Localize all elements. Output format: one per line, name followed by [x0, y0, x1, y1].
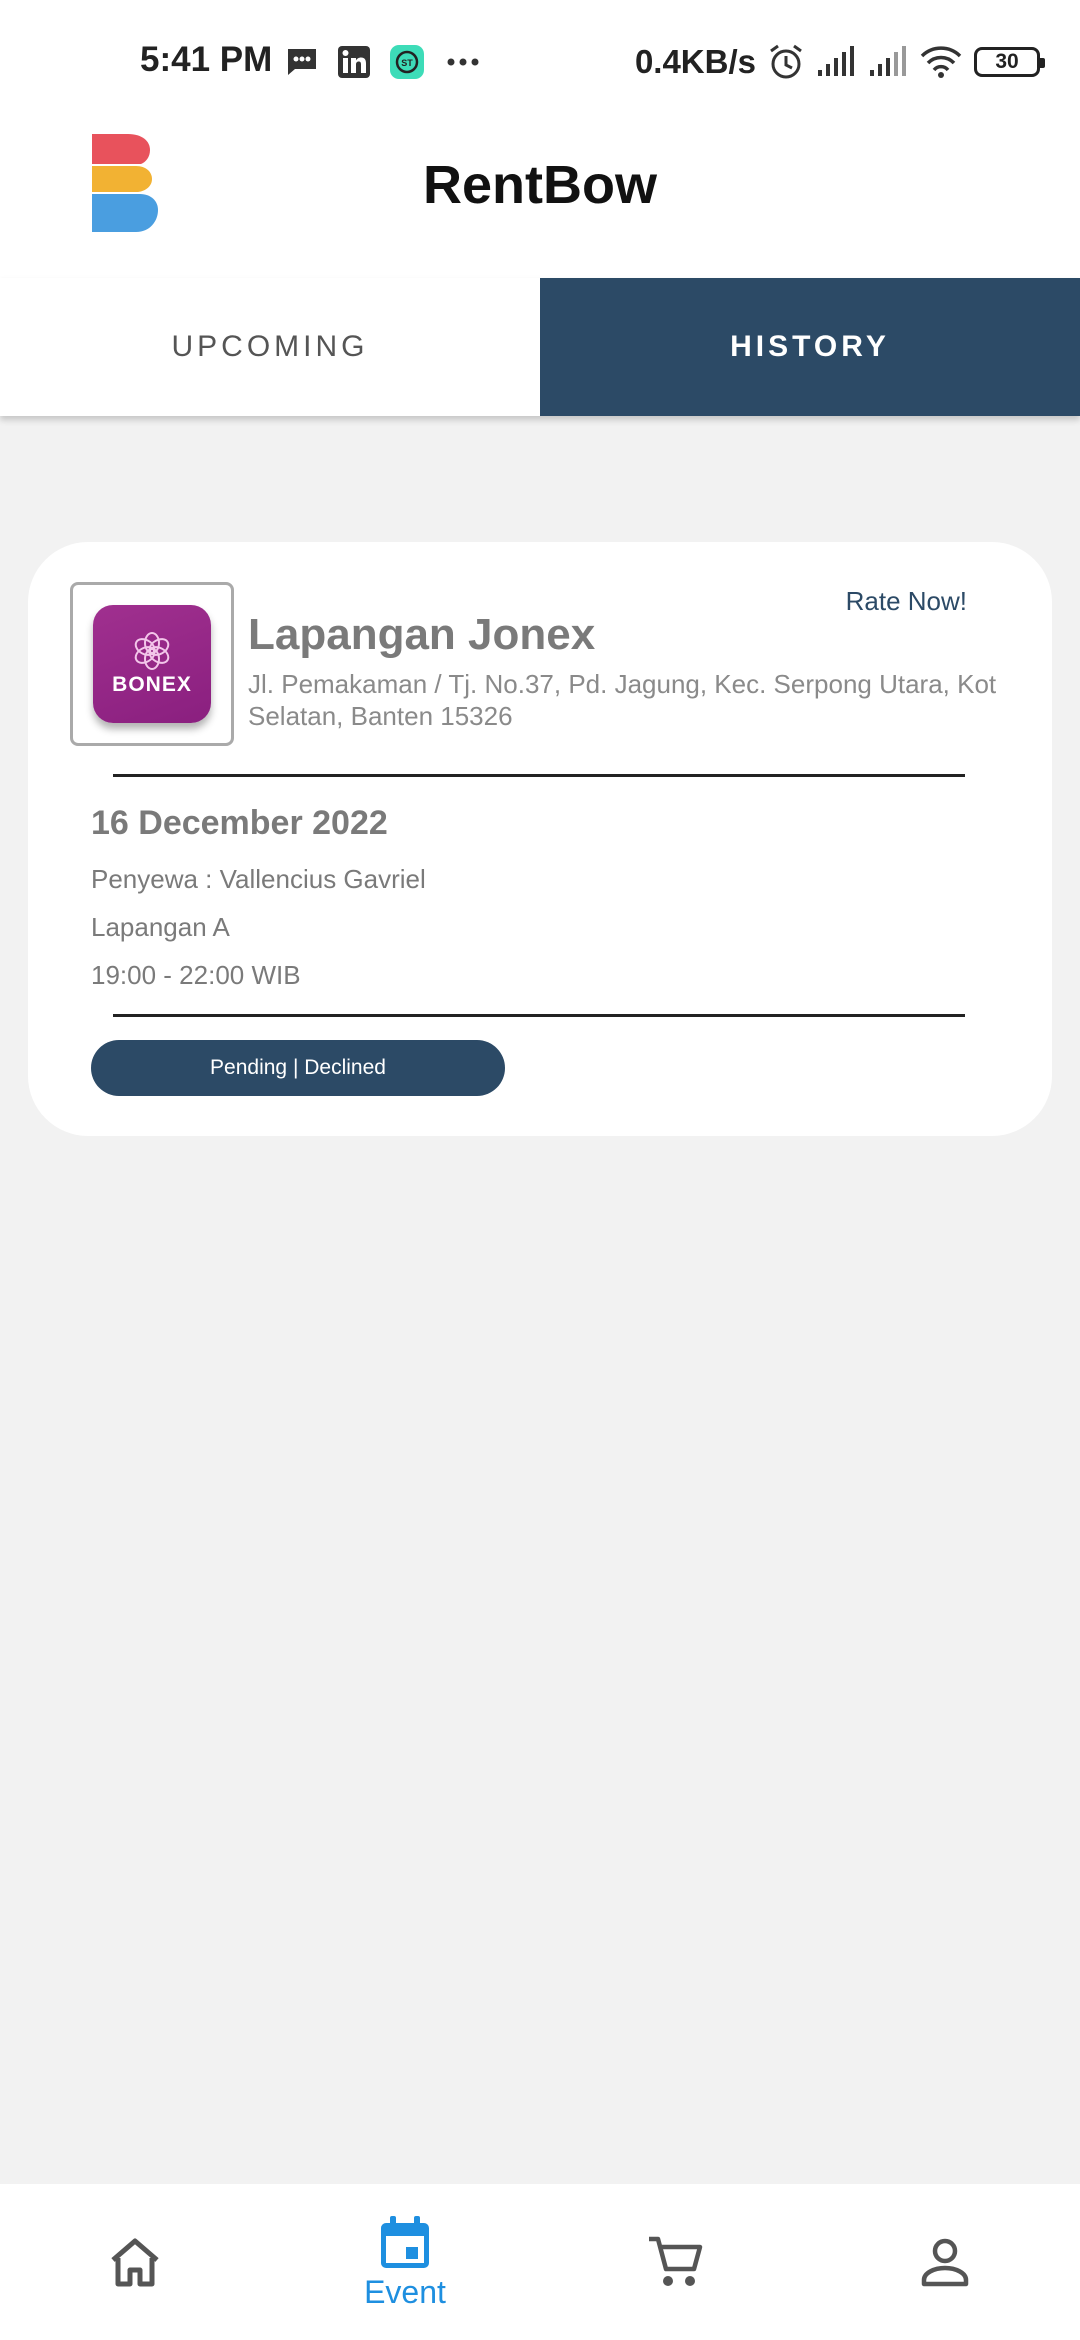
- home-icon: [111, 2238, 159, 2287]
- app-icon: ST: [390, 45, 424, 79]
- venue-address: Jl. Pemakaman / Tj. No.37, Pd. Jagung, K…: [248, 669, 997, 731]
- status-bar: 5:41 PM ST 0.4KB/s 30: [0, 0, 1080, 124]
- divider: [113, 774, 965, 777]
- more-icon: [447, 58, 479, 66]
- battery-icon: 30: [974, 47, 1045, 77]
- renter-name: Penyewa : Vallencius Gavriel: [91, 864, 426, 894]
- nav-event-label: Event: [364, 2273, 446, 2310]
- booking-date: 16 December 2022: [91, 804, 388, 842]
- system-indicators: 0.4KB/s 30: [634, 40, 1045, 84]
- booking-time: 19:00 - 22:00 WIB: [91, 960, 301, 990]
- app-header: RentBow: [0, 124, 1080, 278]
- alarm-icon: [770, 44, 802, 79]
- divider: [113, 1014, 965, 1017]
- nav-cart[interactable]: [540, 2184, 810, 2340]
- flower-icon: [134, 632, 170, 670]
- battery-level: 30: [995, 50, 1019, 73]
- app-title: RentBow: [423, 155, 657, 215]
- venue-logo: BONEX: [93, 605, 211, 723]
- cart-icon: [649, 2236, 703, 2286]
- signal-icon: [870, 46, 906, 76]
- tab-history[interactable]: HISTORY: [540, 278, 1080, 416]
- venue-logo-text: BONEX: [112, 673, 192, 696]
- tab-bar: UPCOMING HISTORY: [0, 278, 1080, 416]
- nav-home[interactable]: [0, 2184, 270, 2340]
- court-name: Lapangan A: [91, 912, 230, 942]
- venue-name: Lapangan Jonex: [248, 610, 596, 659]
- svg-text:ST: ST: [401, 58, 413, 68]
- nav-event[interactable]: Event: [270, 2184, 540, 2340]
- notification-icons: ST: [285, 42, 483, 82]
- status-badge: Pending | Declined: [91, 1040, 505, 1096]
- calendar-icon: [381, 2215, 429, 2268]
- linkedin-icon: [338, 46, 370, 78]
- bottom-nav: Event: [0, 2184, 1080, 2340]
- status-time: 5:41 PM: [140, 40, 273, 79]
- rate-now-link[interactable]: Rate Now!: [846, 586, 967, 617]
- message-icon: [288, 49, 316, 75]
- network-speed: 0.4KB/s: [634, 43, 756, 80]
- tab-upcoming[interactable]: UPCOMING: [0, 278, 540, 416]
- nav-profile[interactable]: [810, 2184, 1080, 2340]
- venue-thumbnail: BONEX: [70, 582, 234, 746]
- wifi-icon: [920, 46, 962, 78]
- booking-card[interactable]: BONEX Rate Now! Lapangan Jonex Jl. Pemak…: [28, 542, 1052, 1136]
- profile-icon: [921, 2238, 969, 2287]
- signal-icon: [818, 46, 854, 76]
